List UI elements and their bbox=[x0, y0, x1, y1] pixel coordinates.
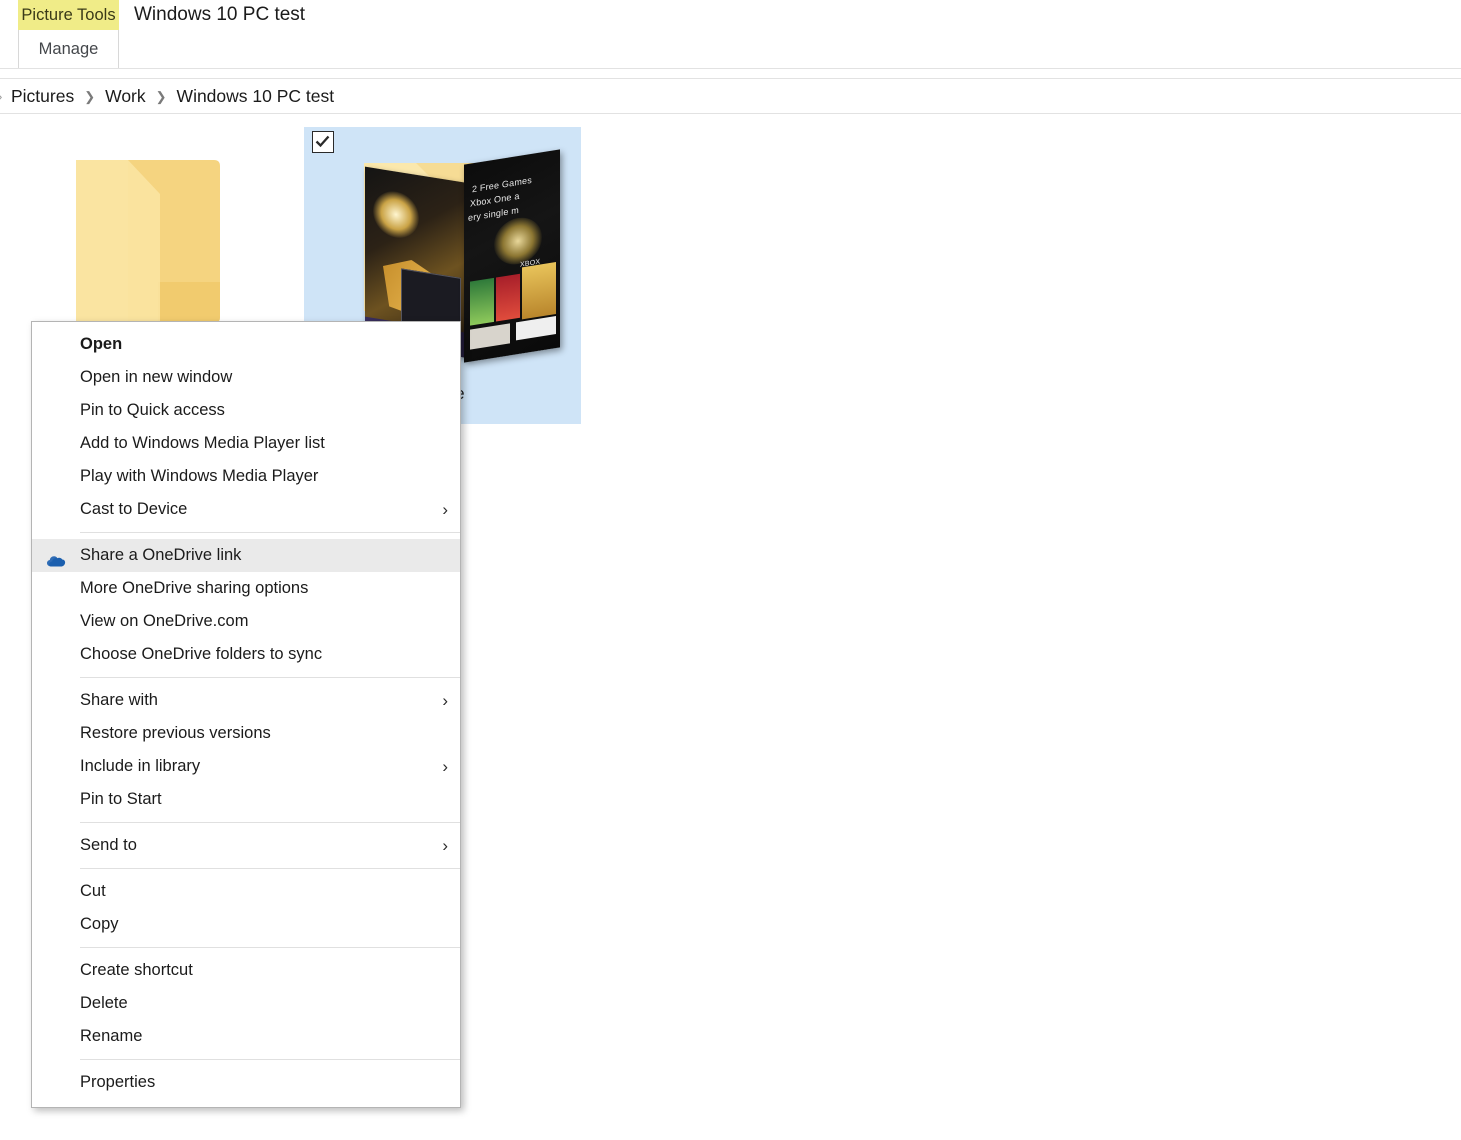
window-title: Windows 10 PC test bbox=[134, 4, 306, 25]
menu-separator bbox=[80, 822, 460, 823]
menu-item-rename[interactable]: Rename bbox=[32, 1020, 460, 1053]
menu-item-open-in-new-window[interactable]: Open in new window bbox=[32, 361, 460, 394]
menu-item-label: Open in new window bbox=[80, 368, 233, 386]
chevron-right-icon: › bbox=[442, 836, 448, 855]
menu-item-choose-onedrive-folders-to-sync[interactable]: Choose OneDrive folders to sync bbox=[32, 638, 460, 671]
menu-item-cast-to-device[interactable]: Cast to Device › bbox=[32, 493, 460, 526]
contextual-tab-group-picture-tools: Picture Tools Manage bbox=[18, 0, 119, 68]
menu-item-pin-to-start[interactable]: Pin to Start bbox=[32, 783, 460, 816]
menu-item-label: Properties bbox=[80, 1073, 156, 1091]
thumbnail-photo-front: 2 Free Games Xbox One a ery single m XBO… bbox=[464, 149, 560, 363]
menu-item-open[interactable]: Open bbox=[32, 328, 460, 361]
menu-item-properties[interactable]: Properties bbox=[32, 1066, 460, 1099]
menu-item-label: Include in library bbox=[80, 757, 201, 775]
menu-separator bbox=[80, 677, 460, 678]
menu-item-label: Play with Windows Media Player bbox=[80, 467, 319, 485]
chevron-right-icon: › bbox=[442, 500, 448, 519]
menu-item-label: More OneDrive sharing options bbox=[80, 579, 309, 597]
menu-item-label: Pin to Quick access bbox=[80, 401, 225, 419]
menu-item-share-a-onedrive-link[interactable]: Share a OneDrive link bbox=[32, 539, 460, 572]
menu-item-label: Cut bbox=[80, 882, 106, 900]
menu-item-add-to-windows-media-player-list[interactable]: Add to Windows Media Player list bbox=[32, 427, 460, 460]
menu-item-label: Open bbox=[80, 335, 123, 353]
menu-separator bbox=[80, 1059, 460, 1060]
menu-item-play-with-windows-media-player[interactable]: Play with Windows Media Player bbox=[32, 460, 460, 493]
menu-item-label: Add to Windows Media Player list bbox=[80, 434, 325, 452]
contextual-tab-group-label: Picture Tools bbox=[18, 0, 119, 30]
tab-manage[interactable]: Manage bbox=[18, 30, 119, 68]
menu-item-label: Delete bbox=[80, 994, 128, 1012]
divider-below-tabs bbox=[0, 68, 1461, 69]
menu-item-label: Share a OneDrive link bbox=[80, 546, 242, 564]
menu-item-label: Cast to Device bbox=[80, 500, 188, 518]
breadcrumb[interactable]: ›Pictures❯Work❯Windows 10 PC test bbox=[0, 79, 339, 113]
menu-item-restore-previous-versions[interactable]: Restore previous versions bbox=[32, 717, 460, 750]
breadcrumb-chevron-right-icon[interactable]: ❯ bbox=[151, 89, 172, 105]
menu-item-pin-to-quick-access[interactable]: Pin to Quick access bbox=[32, 394, 460, 427]
menu-item-label: View on OneDrive.com bbox=[80, 612, 249, 630]
breadcrumb-item-work[interactable]: Work bbox=[102, 86, 149, 107]
menu-item-label: Create shortcut bbox=[80, 961, 193, 979]
onedrive-cloud-icon bbox=[46, 547, 66, 567]
menu-separator bbox=[80, 868, 460, 869]
menu-item-share-with[interactable]: Share with › bbox=[32, 684, 460, 717]
menu-item-label: Copy bbox=[80, 915, 119, 933]
menu-item-include-in-library[interactable]: Include in library › bbox=[32, 750, 460, 783]
menu-item-label: Restore previous versions bbox=[80, 724, 271, 742]
menu-item-cut[interactable]: Cut bbox=[32, 875, 460, 908]
breadcrumb-item-pictures[interactable]: Pictures bbox=[8, 86, 77, 107]
menu-separator bbox=[80, 532, 460, 533]
menu-item-label: Share with bbox=[80, 691, 158, 709]
ribbon-tab-strip: Picture Tools Manage Windows 10 PC test bbox=[0, 0, 1461, 68]
menu-item-view-on-onedrive-com[interactable]: View on OneDrive.com bbox=[32, 605, 460, 638]
menu-item-send-to[interactable]: Send to › bbox=[32, 829, 460, 862]
menu-item-label: Pin to Start bbox=[80, 790, 162, 808]
chevron-right-icon: › bbox=[442, 691, 448, 710]
menu-item-delete[interactable]: Delete bbox=[32, 987, 460, 1020]
chevron-right-icon: › bbox=[442, 757, 448, 776]
menu-item-label: Choose OneDrive folders to sync bbox=[80, 645, 323, 663]
menu-item-copy[interactable]: Copy bbox=[32, 908, 460, 941]
menu-item-create-shortcut[interactable]: Create shortcut bbox=[32, 954, 460, 987]
breadcrumb-overflow-chevron-icon[interactable]: › bbox=[0, 89, 6, 104]
menu-item-more-onedrive-sharing-options[interactable]: More OneDrive sharing options bbox=[32, 572, 460, 605]
breadcrumb-chevron-right-icon[interactable]: ❯ bbox=[79, 89, 100, 105]
menu-separator bbox=[80, 947, 460, 948]
context-menu[interactable]: Open Open in new window Pin to Quick acces… bbox=[31, 321, 461, 1108]
menu-item-label: Send to bbox=[80, 836, 137, 854]
menu-item-label: Rename bbox=[80, 1027, 143, 1045]
breadcrumb-item-windows-10-pc-test[interactable]: Windows 10 PC test bbox=[174, 86, 338, 107]
